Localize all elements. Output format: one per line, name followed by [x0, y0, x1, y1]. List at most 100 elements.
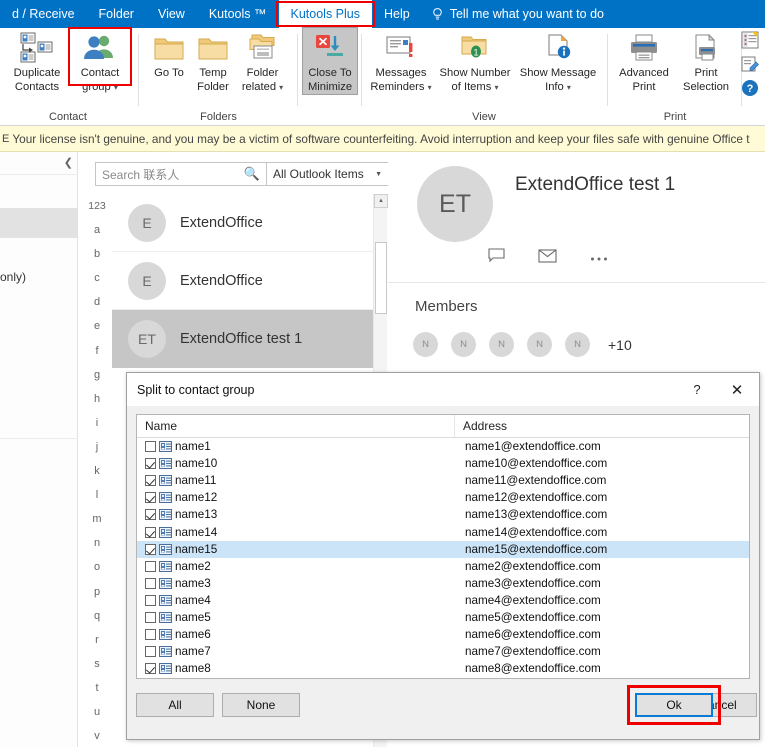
- ribbon-button-temp-folder[interactable]: Temp Folder: [191, 28, 235, 94]
- chevron-down-icon[interactable]: ▾: [114, 83, 118, 92]
- scroll-up-arrow-icon[interactable]: ▲: [374, 194, 388, 208]
- select-all-button[interactable]: All: [136, 693, 214, 717]
- member-avatar[interactable]: N: [413, 332, 438, 357]
- chevron-down-icon[interactable]: ▼: [375, 171, 382, 178]
- row-checkbox[interactable]: [145, 577, 156, 589]
- ok-button[interactable]: Ok: [635, 693, 713, 717]
- member-avatar[interactable]: N: [565, 332, 590, 357]
- select-none-button[interactable]: None: [222, 693, 300, 717]
- search-icon[interactable]: 🔍: [244, 166, 260, 182]
- alpha-index-p[interactable]: p: [94, 580, 100, 604]
- member-avatar[interactable]: N: [527, 332, 552, 357]
- row-checkbox[interactable]: [145, 594, 156, 606]
- close-icon[interactable]: ✕: [715, 373, 759, 406]
- row-checkbox[interactable]: [145, 543, 156, 555]
- table-row[interactable]: name8 name8@extendoffice.com: [137, 660, 749, 677]
- alpha-index-l[interactable]: l: [96, 483, 98, 507]
- table-row[interactable]: name6 name6@extendoffice.com: [137, 626, 749, 643]
- members-listview[interactable]: Name Address name1 name1@extendoffice.com…: [136, 414, 750, 679]
- alpha-index-i[interactable]: i: [96, 411, 98, 435]
- member-avatar[interactable]: N: [489, 332, 514, 357]
- alpha-index-r[interactable]: r: [95, 628, 99, 652]
- table-row[interactable]: name4 name4@extendoffice.com: [137, 592, 749, 609]
- alpha-index-o[interactable]: o: [94, 555, 100, 579]
- contact-list-item[interactable]: E ExtendOffice: [112, 194, 386, 252]
- contact-list-item[interactable]: ET ExtendOffice test 1: [112, 310, 386, 368]
- nav-selected-folder[interactable]: [0, 208, 78, 238]
- ribbon-button-show-message-info[interactable]: Show Message Info ▾: [516, 28, 600, 94]
- table-row[interactable]: name15 name15@extendoffice.com: [137, 540, 749, 558]
- table-row[interactable]: name3 name3@extendoffice.com: [137, 575, 749, 592]
- ribbon-tab-view[interactable]: View: [146, 0, 197, 28]
- alpha-index-g[interactable]: g: [94, 363, 100, 387]
- alpha-index-123[interactable]: 123: [88, 194, 106, 218]
- alpha-index-n[interactable]: n: [94, 531, 100, 555]
- search-scope-dropdown[interactable]: All Outlook Items ▼: [267, 162, 389, 186]
- row-checkbox[interactable]: [145, 509, 156, 521]
- alpha-index-c[interactable]: c: [94, 266, 100, 290]
- ribbon-button-advanced-print[interactable]: Advanced Print: [613, 28, 675, 94]
- ribbon-tab-kutools[interactable]: Kutools ™: [197, 0, 279, 28]
- column-header-name[interactable]: Name: [137, 415, 455, 437]
- alpha-index-d[interactable]: d: [94, 290, 100, 314]
- row-checkbox[interactable]: [145, 475, 156, 487]
- ribbon-button-duplicate-contacts[interactable]: Duplicate Contacts: [5, 28, 69, 94]
- alpha-index-s[interactable]: s: [94, 652, 100, 676]
- scrollbar-thumb[interactable]: [375, 242, 387, 314]
- chat-icon[interactable]: [488, 248, 505, 268]
- chevron-down-icon[interactable]: ▾: [428, 83, 432, 92]
- alpha-index-v[interactable]: v: [94, 724, 100, 747]
- alpha-index-j[interactable]: j: [96, 435, 98, 459]
- ribbon-toggle-close-to-minimize[interactable]: Close To Minimize: [302, 27, 358, 95]
- table-row[interactable]: name12 name12@extendoffice.com: [137, 489, 749, 506]
- column-header-address[interactable]: Address: [455, 415, 749, 437]
- row-checkbox[interactable]: [145, 646, 156, 658]
- alpha-index-b[interactable]: b: [94, 242, 100, 266]
- alpha-index-a[interactable]: a: [94, 218, 100, 242]
- help-icon[interactable]: ?: [679, 373, 715, 406]
- row-checkbox[interactable]: [145, 663, 156, 675]
- more-icon[interactable]: [590, 249, 608, 267]
- ribbon-tab-d-receive[interactable]: d / Receive: [0, 0, 87, 28]
- ribbon-button-contact-group[interactable]: Contact group ▾: [68, 27, 132, 94]
- row-checkbox[interactable]: [145, 611, 156, 623]
- row-checkbox[interactable]: [145, 492, 156, 504]
- ribbon-button-print-selection[interactable]: Print Selection: [675, 28, 737, 94]
- alpha-index-q[interactable]: q: [94, 604, 100, 628]
- alphabet-index[interactable]: 123abcdefghijklmnopqrstuvw: [86, 194, 108, 747]
- alpha-index-u[interactable]: u: [94, 700, 100, 724]
- ribbon-button-messages-reminders[interactable]: Messages Reminders ▾: [368, 28, 434, 94]
- row-checkbox[interactable]: [145, 629, 156, 641]
- row-checkbox[interactable]: [145, 458, 156, 470]
- search-input[interactable]: Search 联系人 🔍: [95, 162, 267, 186]
- help-icon[interactable]: ?: [740, 78, 760, 98]
- row-checkbox[interactable]: [145, 526, 156, 538]
- chevron-down-icon[interactable]: ▾: [567, 83, 571, 92]
- table-row[interactable]: name13 name13@extendoffice.com: [137, 506, 749, 523]
- member-avatar[interactable]: N: [451, 332, 476, 357]
- feedback-icon[interactable]: [740, 54, 760, 74]
- report-icon[interactable]: [740, 30, 760, 50]
- table-row[interactable]: name2 name2@extendoffice.com: [137, 558, 749, 575]
- tell-me-box[interactable]: Tell me what you want to do: [422, 0, 604, 28]
- alpha-index-e[interactable]: e: [94, 314, 100, 338]
- ribbon-button-go-to[interactable]: Go To: [147, 28, 191, 81]
- ribbon-button-folder-related[interactable]: Folder related ▾: [235, 28, 290, 94]
- table-row[interactable]: name11 name11@extendoffice.com: [137, 472, 749, 489]
- alpha-index-m[interactable]: m: [92, 507, 101, 531]
- alpha-index-h[interactable]: h: [94, 387, 100, 411]
- contact-list-item[interactable]: E ExtendOffice: [112, 252, 386, 310]
- alpha-index-f[interactable]: f: [95, 339, 98, 363]
- table-row[interactable]: name9name9@extendoffice.com: [137, 677, 749, 678]
- mail-icon[interactable]: [538, 248, 557, 268]
- table-row[interactable]: name14 name14@extendoffice.com: [137, 523, 749, 540]
- chevron-down-icon[interactable]: ▾: [494, 83, 498, 92]
- ribbon-tab-folder[interactable]: Folder: [87, 0, 146, 28]
- table-row[interactable]: name7 name7@extendoffice.com: [137, 643, 749, 660]
- table-row[interactable]: name1 name1@extendoffice.com: [137, 438, 749, 455]
- row-checkbox[interactable]: [145, 441, 156, 453]
- ribbon-tab-help[interactable]: Help: [372, 0, 422, 28]
- alpha-index-k[interactable]: k: [94, 459, 100, 483]
- alpha-index-t[interactable]: t: [95, 676, 98, 700]
- table-row[interactable]: name10 name10@extendoffice.com: [137, 455, 749, 472]
